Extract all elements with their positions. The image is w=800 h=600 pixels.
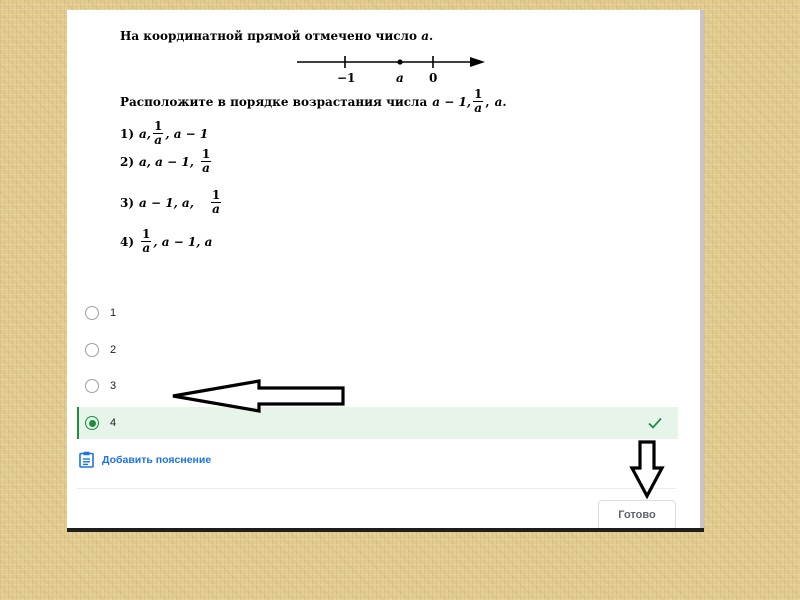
- left-arrow-icon: [172, 379, 345, 413]
- annotation-overlay: [172, 379, 665, 500]
- down-arrow-icon: [629, 440, 665, 500]
